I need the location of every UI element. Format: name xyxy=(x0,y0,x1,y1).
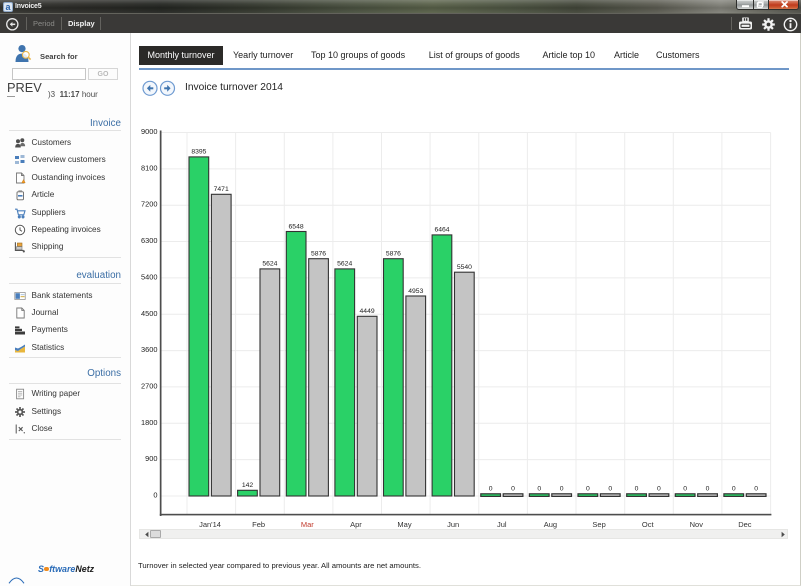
svg-text:May: May xyxy=(397,520,411,529)
svg-text:5540: 5540 xyxy=(457,264,472,271)
svg-text:0: 0 xyxy=(706,486,710,493)
svg-text:Mar: Mar xyxy=(301,520,314,529)
svg-text:8395: 8395 xyxy=(191,149,206,156)
svg-text:Oct: Oct xyxy=(642,520,655,529)
svg-text:2700: 2700 xyxy=(141,381,157,390)
svg-text:1800: 1800 xyxy=(141,418,157,427)
svg-text:0: 0 xyxy=(560,486,564,493)
svg-text:0: 0 xyxy=(754,486,758,493)
svg-text:0: 0 xyxy=(153,491,157,500)
svg-text:Jan'14: Jan'14 xyxy=(199,520,221,529)
svg-text:5400: 5400 xyxy=(141,272,157,281)
svg-text:0: 0 xyxy=(511,486,515,493)
svg-text:0: 0 xyxy=(537,486,541,493)
svg-text:7471: 7471 xyxy=(214,186,229,193)
svg-text:0: 0 xyxy=(608,486,612,493)
svg-text:142: 142 xyxy=(242,482,254,489)
svg-text:8100: 8100 xyxy=(141,163,157,172)
svg-text:Sep: Sep xyxy=(592,520,605,529)
svg-text:Feb: Feb xyxy=(252,520,265,529)
svg-text:0: 0 xyxy=(489,486,493,493)
svg-text:0: 0 xyxy=(657,486,661,493)
svg-text:9000: 9000 xyxy=(141,127,157,136)
svg-text:7200: 7200 xyxy=(141,200,157,209)
svg-text:0: 0 xyxy=(586,486,590,493)
svg-text:5624: 5624 xyxy=(262,261,277,268)
svg-text:4953: 4953 xyxy=(408,288,423,295)
svg-text:Jul: Jul xyxy=(497,520,507,529)
svg-text:Nov: Nov xyxy=(690,520,704,529)
svg-text:5624: 5624 xyxy=(337,261,352,268)
svg-text:0: 0 xyxy=(635,486,639,493)
svg-text:5876: 5876 xyxy=(386,251,401,258)
svg-text:0: 0 xyxy=(732,486,736,493)
svg-text:Apr: Apr xyxy=(350,520,362,529)
svg-text:3600: 3600 xyxy=(141,345,157,354)
svg-text:6464: 6464 xyxy=(434,227,449,234)
svg-text:4449: 4449 xyxy=(360,308,375,315)
svg-text:6548: 6548 xyxy=(289,223,304,230)
svg-text:5876: 5876 xyxy=(311,251,326,258)
svg-text:0: 0 xyxy=(683,486,687,493)
svg-text:4500: 4500 xyxy=(141,309,157,318)
svg-text:Dec: Dec xyxy=(738,520,752,529)
svg-text:6300: 6300 xyxy=(141,236,157,245)
svg-text:Jun: Jun xyxy=(447,520,459,529)
svg-text:900: 900 xyxy=(145,454,157,463)
svg-text:Aug: Aug xyxy=(544,520,557,529)
